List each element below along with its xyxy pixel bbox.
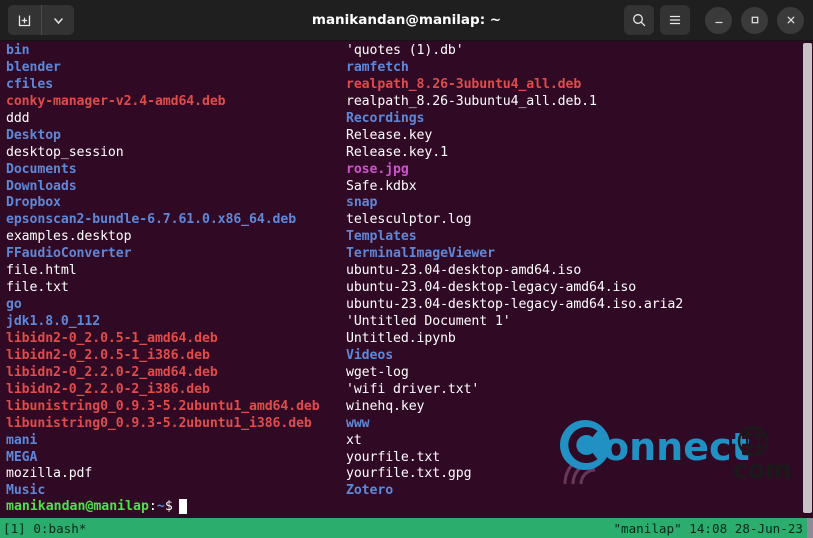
file-entry: libidn2-0_2.2.0-2_i386.deb <box>6 381 210 397</box>
tmux-status-bar: [1] 0:bash* "manilap" 14:08 28-Jun-23 <box>0 518 813 538</box>
menu-button[interactable] <box>660 5 690 35</box>
close-icon <box>787 16 794 24</box>
file-entry: winehq.key <box>346 398 425 414</box>
file-entry: Templates <box>346 229 417 245</box>
prompt-colon: : <box>148 499 157 514</box>
file-entry: Downloads <box>6 178 77 194</box>
file-entry: libunistring0_0.9.3-5.2ubuntu1_amd64.deb <box>6 398 320 414</box>
title-bar: manikandan@manilap: ~ <box>0 0 813 41</box>
file-entry: wget-log <box>346 364 409 380</box>
file-entry: cfiles <box>6 76 54 92</box>
file-entry: go <box>6 297 22 313</box>
file-entry: ramfetch <box>346 59 409 75</box>
status-bar-end-marker <box>807 518 813 538</box>
file-entry: 'quotes (1).db' <box>346 43 464 58</box>
file-entry: mani <box>6 432 38 448</box>
maximize-icon <box>751 16 758 24</box>
new-tab-button[interactable] <box>8 5 41 35</box>
file-entry: libunistring0_0.9.3-5.2ubuntu1_i386.deb <box>6 415 312 431</box>
tab-controls <box>8 5 74 35</box>
file-entry: file.txt <box>6 280 69 296</box>
file-listing-left-column: bin blender cfiles conky-manager-v2.4-amd64… <box>6 43 346 500</box>
maximize-button[interactable] <box>741 6 768 34</box>
file-entry: epsonscan2-bundle-6.7.61.0.x86_64.deb <box>6 212 297 228</box>
file-entry: 'Untitled Document 1' <box>346 314 511 329</box>
shell-prompt[interactable]: manikandan@manilap: ~ $ <box>6 498 187 515</box>
file-entry: Release.key <box>346 127 433 143</box>
window-controls <box>624 5 804 35</box>
terminal-content[interactable]: bin blender cfiles conky-manager-v2.4-amd64… <box>0 41 813 518</box>
file-entry: Recordings <box>346 110 425 126</box>
search-icon <box>633 14 646 27</box>
hamburger-menu-icon <box>669 15 681 25</box>
file-entry: Dropbox <box>6 195 61 211</box>
file-entry: Documents <box>6 161 77 177</box>
file-entry: realpath_8.26-3ubuntu4_all.deb <box>346 76 582 92</box>
file-entry: snap <box>346 195 378 211</box>
file-entry: desktop_session <box>6 144 124 160</box>
file-entry: xt <box>346 432 362 448</box>
tmux-window-list[interactable]: [1] 0:bash* <box>3 521 86 536</box>
prompt-user-host: manikandan@manilap <box>6 499 149 514</box>
file-entry: yourfile.txt <box>346 449 441 465</box>
file-entry: ddd <box>6 110 30 126</box>
tmux-status-right: "manilap" 14:08 28-Jun-23 <box>613 520 803 536</box>
chevron-down-icon <box>53 17 63 24</box>
file-entry: TerminalImageViewer <box>346 246 495 262</box>
file-entry: FFaudioConverter <box>6 246 132 262</box>
file-entry: libidn2-0_2.0.5-1_amd64.deb <box>6 330 218 346</box>
file-entry: blender <box>6 59 61 75</box>
file-entry: examples.desktop <box>6 229 132 245</box>
prompt-symbol: $ <box>164 499 173 514</box>
file-entry: Zotero <box>346 483 394 499</box>
file-entry: conky-manager-v2.4-amd64.deb <box>6 93 226 109</box>
file-entry: ubuntu-23.04-desktop-legacy-amd64.iso <box>346 280 637 296</box>
file-entry: telesculptor.log <box>346 212 472 228</box>
file-entry: file.html <box>6 263 77 279</box>
close-button[interactable] <box>777 6 804 34</box>
vertical-scrollbar[interactable] <box>802 41 813 518</box>
new-tab-icon <box>18 15 31 26</box>
terminal-window: manikandan@manilap: ~ bin blender cfiles… <box>0 0 813 538</box>
file-entry: 'wifi driver.txt' <box>346 381 480 397</box>
file-entry: Desktop <box>6 127 61 143</box>
file-entry: Videos <box>346 347 394 363</box>
file-entry: Untitled.ipynb <box>346 330 456 346</box>
file-entry: Safe.kdbx <box>346 178 417 194</box>
file-entry: mozilla.pdf <box>6 466 93 482</box>
file-entry: Release.key.1 <box>346 144 448 160</box>
file-entry: ubuntu-23.04-desktop-legacy-amd64.iso.ar… <box>346 297 684 313</box>
file-entry: realpath_8.26-3ubuntu4_all.deb.1 <box>346 93 597 109</box>
file-entry: libidn2-0_2.2.0-2_amd64.deb <box>6 364 218 380</box>
search-button[interactable] <box>624 5 654 35</box>
file-listing-right-column: 'quotes (1).db' ramfetch realpath_8.26-3ub… <box>346 43 786 500</box>
prompt-path: ~ <box>156 499 165 514</box>
file-entry: yourfile.txt.gpg <box>346 466 472 482</box>
scrollbar-thumb[interactable] <box>803 43 812 513</box>
minimize-button[interactable] <box>705 6 732 34</box>
file-entry: rose.jpg <box>346 161 409 177</box>
file-entry: ubuntu-23.04-desktop-amd64.iso <box>346 263 582 279</box>
tab-dropdown-button[interactable] <box>41 5 74 35</box>
file-entry: MEGA <box>6 449 38 465</box>
file-entry: www <box>346 415 370 431</box>
file-entry: libidn2-0_2.0.5-1_i386.deb <box>6 347 210 363</box>
text-cursor <box>178 499 187 514</box>
minimize-icon <box>714 21 723 24</box>
file-entry: jdk1.8.0_112 <box>6 314 101 329</box>
file-entry: bin <box>6 43 30 58</box>
